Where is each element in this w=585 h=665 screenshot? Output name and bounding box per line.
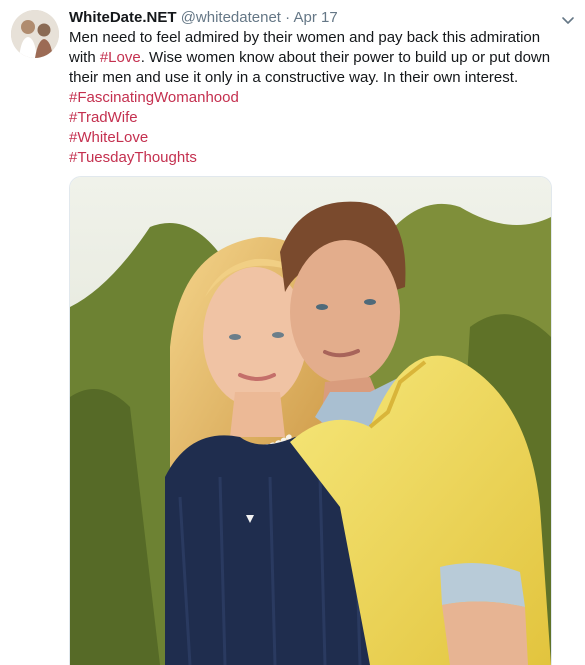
separator: · xyxy=(285,9,291,26)
tweet-text: Men need to feel admired by their women … xyxy=(69,28,569,88)
author-name[interactable]: WhiteDate.NET xyxy=(69,9,177,26)
hashtag-tuesday-thoughts[interactable]: #TuesdayThoughts xyxy=(69,149,197,166)
avatar-image xyxy=(11,10,59,58)
tweet-photo[interactable] xyxy=(69,176,552,665)
tweet-date[interactable]: Apr 17 xyxy=(294,9,338,26)
chevron-down-icon[interactable] xyxy=(560,12,576,28)
avatar[interactable] xyxy=(11,10,59,58)
hashtag-love[interactable]: #Love xyxy=(100,49,141,66)
hashtag-tradwife[interactable]: #TradWife xyxy=(69,109,138,126)
hashtag-list: #FascinatingWomanhood #TradWife #WhiteLo… xyxy=(69,88,239,168)
hashtag-whitelove[interactable]: #WhiteLove xyxy=(69,129,148,146)
author-handle[interactable]: @whitedatenet xyxy=(181,9,281,26)
tweet-text-end: . Wise women know about their power to b… xyxy=(69,49,551,86)
hashtag-fascinating-womanhood[interactable]: #FascinatingWomanhood xyxy=(69,89,239,106)
tweet-header: WhiteDate.NET @whitedatenet · Apr 17 xyxy=(69,8,338,28)
photo-couple xyxy=(70,177,551,665)
